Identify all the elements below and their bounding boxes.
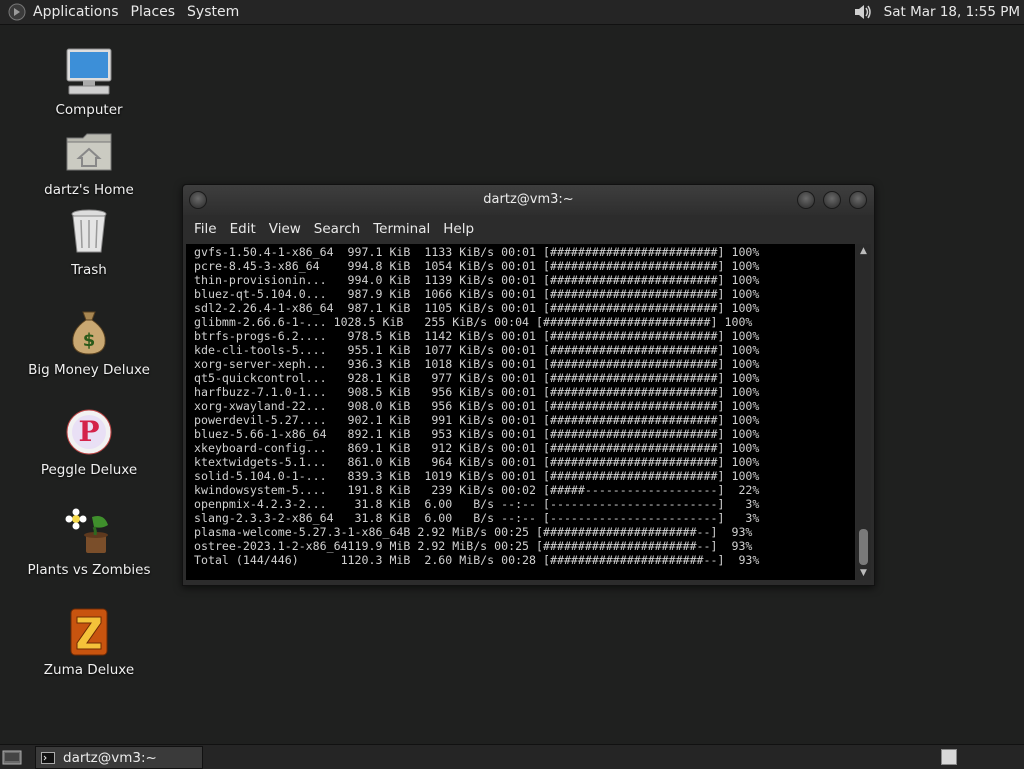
zuma-icon bbox=[70, 608, 108, 656]
menu-edit[interactable]: Edit bbox=[230, 221, 256, 237]
menu-terminal[interactable]: Terminal bbox=[373, 221, 430, 237]
clock[interactable]: Sat Mar 18, 1:55 PM bbox=[884, 4, 1020, 20]
menu-file[interactable]: File bbox=[194, 221, 217, 237]
maximize-button[interactable] bbox=[823, 191, 841, 209]
terminal-line: harfbuzz-7.1.0-1... 908.5 KiB 956 KiB/s … bbox=[194, 385, 760, 399]
money-bag-icon: $ bbox=[72, 311, 106, 355]
desktop-icon-label: dartz's Home bbox=[44, 182, 134, 198]
desktop-icon-label: Zuma Deluxe bbox=[43, 662, 135, 678]
terminal-line: powerdevil-5.27.... 902.1 KiB 991 KiB/s … bbox=[194, 413, 760, 427]
terminal-scrollbar[interactable]: ▲ ▼ bbox=[856, 244, 871, 580]
minimize-button[interactable] bbox=[797, 191, 815, 209]
scroll-down-arrow-icon[interactable]: ▼ bbox=[858, 568, 869, 578]
terminal-line: plasma-welcome-5.27.3-1-x86_64B 2.92 MiB… bbox=[194, 525, 753, 539]
terminal-line: slang-2.3.3-2-x86_64 31.8 KiB 6.00 B/s -… bbox=[194, 511, 760, 525]
close-button[interactable] bbox=[849, 191, 867, 209]
terminal-icon bbox=[41, 751, 55, 764]
scrollbar-thumb[interactable] bbox=[859, 529, 868, 565]
terminal-line: Total (144/446) 1120.3 MiB 2.60 MiB/s 00… bbox=[194, 553, 760, 567]
desktop-icon-home[interactable]: dartz's Home bbox=[29, 124, 149, 198]
trash-icon bbox=[71, 209, 107, 253]
terminal-line: glibmm-2.66.6-1-... 1028.5 KiB 255 KiB/s… bbox=[194, 315, 753, 329]
menu-view[interactable]: View bbox=[269, 221, 301, 237]
taskbar-terminal-button[interactable]: dartz@vm3:~ bbox=[35, 746, 203, 769]
terminal-line: gvfs-1.50.4-1-x86_64 997.1 KiB 1133 KiB/… bbox=[194, 245, 760, 259]
terminal-line: qt5-quickcontrol... 928.1 KiB 977 KiB/s … bbox=[194, 371, 760, 385]
scroll-up-arrow-icon[interactable]: ▲ bbox=[858, 246, 869, 256]
peggle-icon: P bbox=[66, 409, 112, 455]
taskbar-label: dartz@vm3:~ bbox=[63, 749, 157, 766]
bottom-panel: dartz@vm3:~ bbox=[0, 744, 1024, 769]
terminal-window[interactable]: dartz@vm3:~ File Edit View Search Termin… bbox=[182, 184, 875, 586]
desktop-icon-label: Trash bbox=[71, 262, 107, 278]
show-desktop-icon[interactable] bbox=[2, 748, 22, 766]
terminal-line: bluez-5.66-1-x86_64 892.1 KiB 953 KiB/s … bbox=[194, 427, 760, 441]
menu-help[interactable]: Help bbox=[443, 221, 474, 237]
svg-text:P: P bbox=[78, 415, 99, 448]
terminal-output[interactable]: gvfs-1.50.4-1-x86_64 997.1 KiB 1133 KiB/… bbox=[186, 244, 855, 580]
terminal-line: bluez-qt-5.104.0... 987.9 KiB 1066 KiB/s… bbox=[194, 287, 760, 301]
desktop-icon-trash[interactable]: Trash bbox=[29, 204, 149, 278]
desktop-icon-label: Big Money Deluxe bbox=[28, 362, 150, 378]
desktop-icon-zuma[interactable]: Zuma Deluxe bbox=[29, 604, 149, 678]
volume-icon[interactable] bbox=[852, 1, 874, 23]
terminal-line: solid-5.104.0-1-... 839.3 KiB 1019 KiB/s… bbox=[194, 469, 760, 483]
terminal-line: btrfs-progs-6.2.... 978.5 KiB 1142 KiB/s… bbox=[194, 329, 760, 343]
window-title: dartz@vm3:~ bbox=[483, 192, 574, 207]
terminal-line: sdl2-2.26.4-1-x86_64 987.1 KiB 1105 KiB/… bbox=[194, 301, 760, 315]
terminal-line: xkeyboard-config... 869.1 KiB 912 KiB/s … bbox=[194, 441, 760, 455]
desktop-icon-computer[interactable]: Computer bbox=[29, 44, 149, 118]
menu-applications[interactable]: Applications bbox=[33, 4, 127, 20]
svg-text:$: $ bbox=[83, 330, 96, 351]
terminal-line: kde-cli-tools-5.... 955.1 KiB 1077 KiB/s… bbox=[194, 343, 760, 357]
terminal-line: ostree-2023.1-2-x86_64119.9 MiB 2.92 MiB… bbox=[194, 539, 753, 553]
terminal-line: kwindowsystem-5.... 191.8 KiB 239 KiB/s … bbox=[194, 483, 760, 497]
desktop-icon-label: Computer bbox=[55, 102, 123, 118]
workspace-switcher[interactable] bbox=[941, 749, 957, 765]
terminal-line: pcre-8.45-3-x86_64 994.8 KiB 1054 KiB/s … bbox=[194, 259, 760, 273]
top-panel: Applications Places System Sat Mar 18, 1… bbox=[0, 0, 1024, 25]
terminal-line: openpmix-4.2.3-2... 31.8 KiB 6.00 B/s --… bbox=[194, 497, 760, 511]
desktop-icon-label: Peggle Deluxe bbox=[40, 462, 138, 478]
terminal-line: xorg-server-xeph... 936.3 KiB 1018 KiB/s… bbox=[194, 357, 760, 371]
desktop-icon-big-money[interactable]: $ Big Money Deluxe bbox=[28, 304, 150, 378]
terminal-text: gvfs-1.50.4-1-x86_64 997.1 KiB 1133 KiB/… bbox=[194, 245, 759, 567]
plants-vs-zombies-icon bbox=[65, 508, 108, 553]
terminal-menubar: File Edit View Search Terminal Help bbox=[183, 215, 874, 243]
menu-search[interactable]: Search bbox=[314, 221, 360, 237]
desktop-icon-peggle[interactable]: P Peggle Deluxe bbox=[29, 404, 149, 478]
desktop-icon-plants-vs-zombies[interactable]: Plants vs Zombies bbox=[27, 504, 151, 578]
window-titlebar[interactable]: dartz@vm3:~ bbox=[183, 185, 874, 215]
menu-system[interactable]: System bbox=[187, 4, 247, 20]
menu-places[interactable]: Places bbox=[131, 4, 184, 20]
desktop-icon-label: Plants vs Zombies bbox=[27, 562, 151, 578]
terminal-line: ktextwidgets-5.1... 861.0 KiB 964 KiB/s … bbox=[194, 455, 760, 469]
terminal-line: thin-provisionin... 994.0 KiB 1139 KiB/s… bbox=[194, 273, 760, 287]
home-folder-icon bbox=[66, 133, 112, 171]
terminal-line: xorg-xwayland-22... 908.0 KiB 956 KiB/s … bbox=[194, 399, 760, 413]
foot-logo-icon[interactable] bbox=[8, 3, 26, 21]
computer-icon bbox=[66, 48, 112, 95]
